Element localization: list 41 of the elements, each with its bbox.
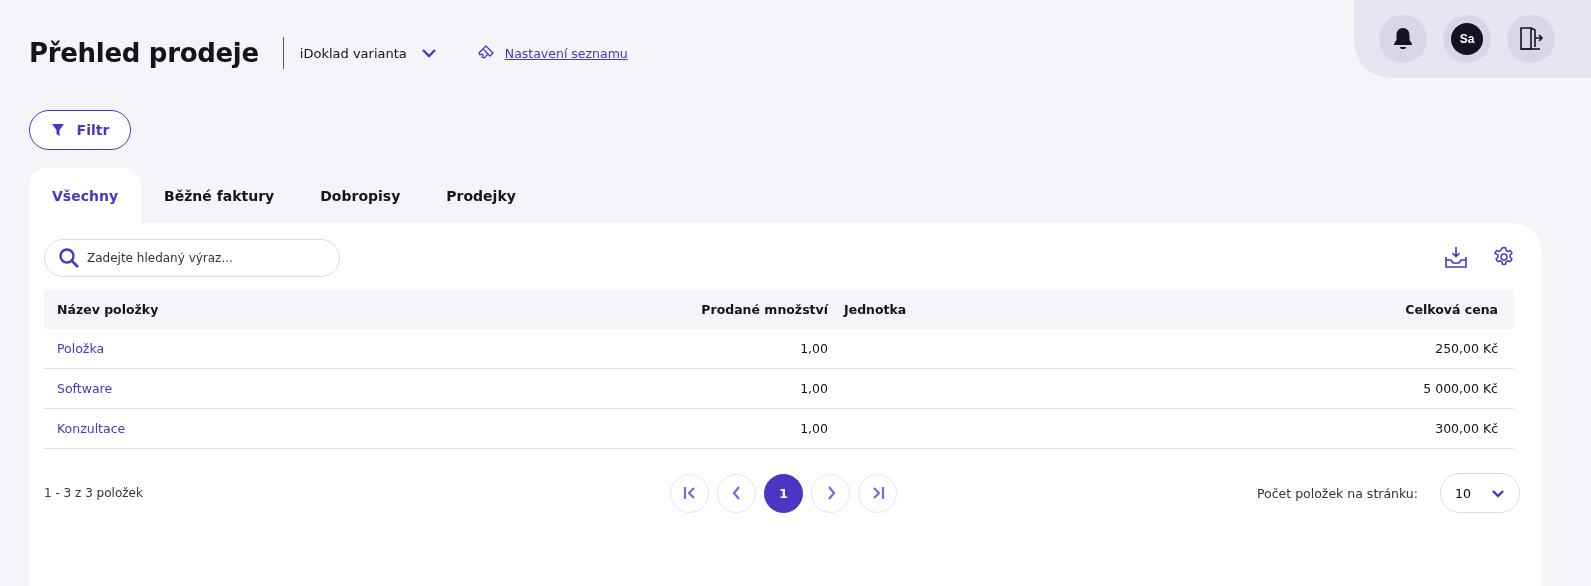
column-header: Název položky xyxy=(56,302,160,317)
table-cell-text: 300,00 Kč xyxy=(1434,421,1498,436)
funnel-icon xyxy=(50,123,65,137)
tab[interactable]: Prodejky xyxy=(423,168,539,223)
item-link[interactable]: Konzultace xyxy=(57,421,126,436)
items-summary: 1 - 3 z 3 položek xyxy=(44,486,143,500)
last-page-button[interactable] xyxy=(858,473,897,513)
door-exit-icon xyxy=(1518,26,1544,52)
column-header: Jednotka xyxy=(842,302,908,317)
page-title: Přehled prodeje xyxy=(29,38,259,68)
notification-button[interactable] xyxy=(1379,15,1427,63)
item-link[interactable]: Software xyxy=(57,381,113,396)
tab[interactable]: Dobropisy xyxy=(297,168,424,223)
page-size-select[interactable]: 10 xyxy=(1440,473,1520,513)
table-cell-text: 250,00 Kč xyxy=(1434,341,1498,356)
first-page-button[interactable] xyxy=(670,473,709,513)
search-field[interactable]: Zadejte hledaný výraz... xyxy=(44,239,340,277)
item-link[interactable]: Položka xyxy=(57,341,105,356)
list-settings-link[interactable]: Nastavení seznamu xyxy=(504,45,628,61)
user-avatar-button[interactable]: Sa xyxy=(1443,15,1491,63)
last-page-icon xyxy=(870,486,885,500)
table-cell-text: 1,00 xyxy=(799,341,828,356)
chevron-down-icon xyxy=(1491,488,1505,498)
table-cell-text: 1,00 xyxy=(799,421,828,436)
logout-button[interactable] xyxy=(1507,15,1555,63)
chevron-down-icon xyxy=(420,48,437,58)
settings-icon xyxy=(1493,245,1515,268)
tab[interactable]: Všechny xyxy=(29,168,142,223)
download-button[interactable] xyxy=(1445,245,1467,271)
page-size-label: Počet položek na stránku: xyxy=(1256,485,1418,501)
column-header: Celková cena xyxy=(1404,302,1498,317)
table-cell-text: 1,00 xyxy=(799,381,828,396)
variant-dropdown[interactable]: iDoklad varianta xyxy=(299,45,437,61)
column-header: Prodané množství xyxy=(700,302,828,317)
first-page-icon xyxy=(682,486,697,500)
tab[interactable]: Běžné faktury xyxy=(141,168,298,223)
filter-button[interactable]: Filtr xyxy=(29,110,131,150)
table-cell-text: 5 000,00 Kč xyxy=(1422,381,1498,396)
download-icon xyxy=(1445,245,1467,268)
page-button[interactable]: 1 xyxy=(764,473,803,513)
bell-icon xyxy=(1392,27,1414,51)
